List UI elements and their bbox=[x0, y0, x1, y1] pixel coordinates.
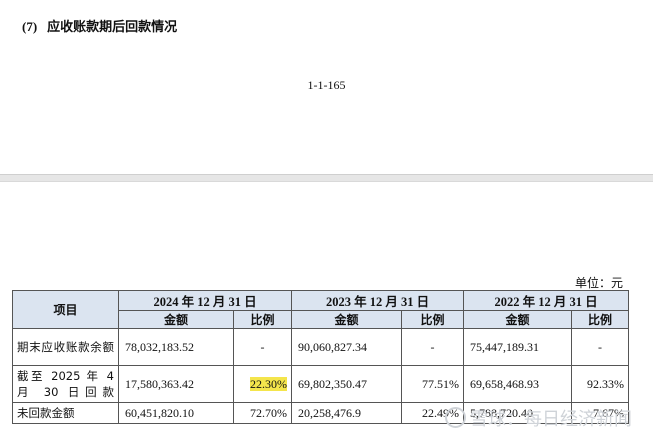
ratio-header: 比例 bbox=[401, 310, 465, 329]
table-row: 截至 2025 年 4 月 30 日回款 17,580,363.42 22.30… bbox=[12, 365, 630, 403]
amount-cell: 78,032,183.52 bbox=[118, 328, 234, 366]
page-number: 1-1-165 bbox=[307, 78, 346, 92]
period-header-2024: 2024 年 12 月 31 日 bbox=[117, 290, 293, 311]
amount-cell: 17,580,363.42 bbox=[118, 365, 234, 403]
row-label: 截至 2025 年 4 月 30 日回款 bbox=[12, 365, 119, 403]
row-label: 未回款金额 bbox=[12, 402, 119, 424]
amount-cell: 20,258,476.9 bbox=[291, 402, 403, 424]
table-row: 期末应收账款余额 78,032,183.52 - 90,060,827.34 -… bbox=[12, 328, 630, 366]
period-header-2022: 2022 年 12 月 31 日 bbox=[463, 290, 630, 311]
amount-cell: 69,658,468.93 bbox=[463, 365, 573, 403]
highlight-mark: 22.30% bbox=[250, 376, 288, 391]
ratio-cell: 92.33% bbox=[571, 365, 630, 403]
ratio-cell: 77.51% bbox=[401, 365, 465, 403]
amount-cell: 75,447,189.31 bbox=[463, 328, 573, 366]
receivables-table: 项目 2024 年 12 月 31 日 2023 年 12 月 31 日 202… bbox=[12, 290, 630, 424]
ratio-cell: - bbox=[401, 328, 465, 366]
section-title: 应收账款期后回款情况 bbox=[47, 20, 178, 35]
amount-cell: 5,788,720.40 bbox=[463, 402, 573, 424]
amount-cell: 90,060,827.34 bbox=[291, 328, 403, 366]
ratio-cell: - bbox=[232, 328, 293, 366]
amount-header: 金额 bbox=[463, 310, 573, 329]
ratio-header: 比例 bbox=[571, 310, 630, 329]
ratio-header: 比例 bbox=[232, 310, 293, 329]
ratio-cell: 72.70% bbox=[232, 402, 293, 424]
unit-label: 单位：元 bbox=[574, 276, 623, 290]
ratio-cell: 7.67% bbox=[571, 402, 630, 424]
section-number: (7) bbox=[22, 19, 38, 34]
amount-cell: 60,451,820.10 bbox=[118, 402, 234, 424]
period-header-2023: 2023 年 12 月 31 日 bbox=[291, 290, 465, 311]
item-header: 项目 bbox=[12, 290, 119, 329]
ratio-cell-highlighted: 22.30% bbox=[232, 365, 293, 403]
amount-header: 金额 bbox=[118, 310, 234, 329]
table-row: 未回款金额 60,451,820.10 72.70% 20,258,476.9 … bbox=[12, 402, 630, 424]
ratio-cell: - bbox=[571, 328, 630, 366]
amount-cell: 69,802,350.47 bbox=[291, 365, 403, 403]
page-separator bbox=[0, 174, 653, 182]
row-label: 期末应收账款余额 bbox=[12, 328, 119, 366]
section-heading: (7) 应收账款期后回款情况 bbox=[22, 16, 177, 35]
ratio-cell: 22.49% bbox=[401, 402, 465, 424]
amount-header: 金额 bbox=[291, 310, 403, 329]
